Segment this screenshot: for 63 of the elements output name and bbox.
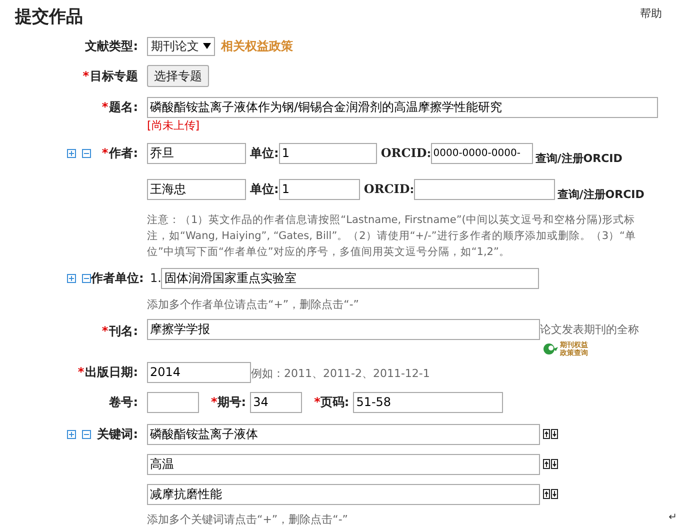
affiliation-field[interactable]: 固体润滑国家重点实验室 [161, 268, 540, 288]
plus-icon[interactable] [67, 430, 76, 438]
upload-status: [尚未上传] [147, 118, 200, 134]
journal-field[interactable]: 摩擦学学报 [147, 319, 540, 340]
select-topic-button[interactable]: 选择专题 [147, 65, 209, 87]
keyword-field[interactable]: 磷酸酯铵盐离子液体 [147, 424, 540, 444]
unit-label: 单位: [250, 145, 279, 162]
field-label: 页码: [320, 394, 350, 411]
unit-label: 单位: [250, 181, 279, 198]
required-mark: * [314, 394, 320, 411]
orcid-field[interactable]: 0000-0000-0000- [431, 142, 534, 164]
move-arrows-icon[interactable] [543, 429, 559, 439]
volume-field[interactable] [147, 392, 199, 412]
plus-icon[interactable] [67, 148, 76, 158]
field-label: 目标专题 [90, 68, 138, 85]
minus-icon[interactable] [82, 274, 91, 282]
unit-field[interactable]: 1 [278, 178, 360, 200]
help-link[interactable]: 帮助 [640, 6, 662, 32]
orcid-label: ORCID: [364, 181, 414, 198]
plus-icon[interactable] [67, 274, 76, 282]
field-label: 题名: [109, 99, 138, 116]
pages-field[interactable]: 51-58 [353, 392, 504, 412]
required-mark: * [82, 68, 89, 85]
required-mark: * [102, 323, 108, 340]
author-note: 注意：（1）英文作品的作者信息请按照“Lastname, Firstname”(中间以英文逗号和空格分隔)形式标注，如“Wang, Haiying”, “Gates, Bill”。（2）请使用“+/-”进行多作者的顺序添加或删除。（3）“单位”中填写下面“作者单位”对应的序号，多值间用英文逗号分隔，如“1,2”。 [147, 213, 637, 260]
required-mark: * [102, 145, 108, 162]
date-field[interactable]: 2014 [147, 362, 251, 382]
field-label: 出版日期: [85, 364, 138, 381]
field-label: 作者单位: [91, 270, 144, 287]
orcid-link[interactable]: 查询/注册ORCID [557, 186, 644, 204]
required-mark: * [211, 394, 218, 411]
move-arrows-icon[interactable] [543, 459, 559, 469]
field-label: 关键词: [97, 426, 138, 443]
field-label: 期号: [217, 394, 246, 411]
orcid-link[interactable]: 查询/注册ORCID [535, 150, 622, 168]
field-label: 卷号: [109, 394, 138, 411]
list-number: 1. [150, 270, 162, 287]
author-name-field[interactable]: 乔旦 [147, 142, 246, 164]
page-title: 提交作品 [15, 6, 83, 29]
field-label: 作者: [109, 145, 138, 162]
field-label: 刊名: [109, 323, 138, 340]
required-mark: * [102, 99, 108, 116]
field-label: 文献类型: [85, 38, 138, 55]
leaf-icon [543, 342, 558, 354]
keyword-field[interactable]: 减摩抗磨性能 [147, 484, 540, 504]
keyword-field[interactable]: 高温 [147, 454, 540, 474]
orcid-label: ORCID: [380, 145, 432, 162]
orcid-field[interactable] [414, 178, 556, 200]
affiliation-hint: 添加多个作者单位请点击“+”，删除点击“-” [147, 296, 359, 313]
date-example: 例如：2011、2011-2、2011-12-1 [251, 366, 430, 382]
issue-field[interactable]: 34 [250, 392, 302, 412]
minus-icon[interactable] [82, 430, 91, 438]
required-mark: * [78, 364, 84, 381]
unit-field[interactable]: 1 [278, 142, 377, 164]
author-name-field[interactable]: 王海忠 [147, 178, 246, 200]
return-mark: ↵ [668, 511, 677, 525]
title-field[interactable]: 磷酸酯铵盐离子液体作为钢/铜锡合金润滑剂的高温摩擦学性能研究 [147, 96, 658, 118]
journal-hint: 论文发表期刊的全称 [540, 322, 639, 338]
minus-icon[interactable] [82, 148, 91, 158]
caret-icon [203, 43, 211, 49]
type-dropdown[interactable]: 期刊论文 [147, 36, 215, 56]
move-arrows-icon[interactable] [543, 489, 559, 499]
keyword-hint: 添加多个关键词请点击“+”，删除点击“-” [147, 512, 348, 527]
